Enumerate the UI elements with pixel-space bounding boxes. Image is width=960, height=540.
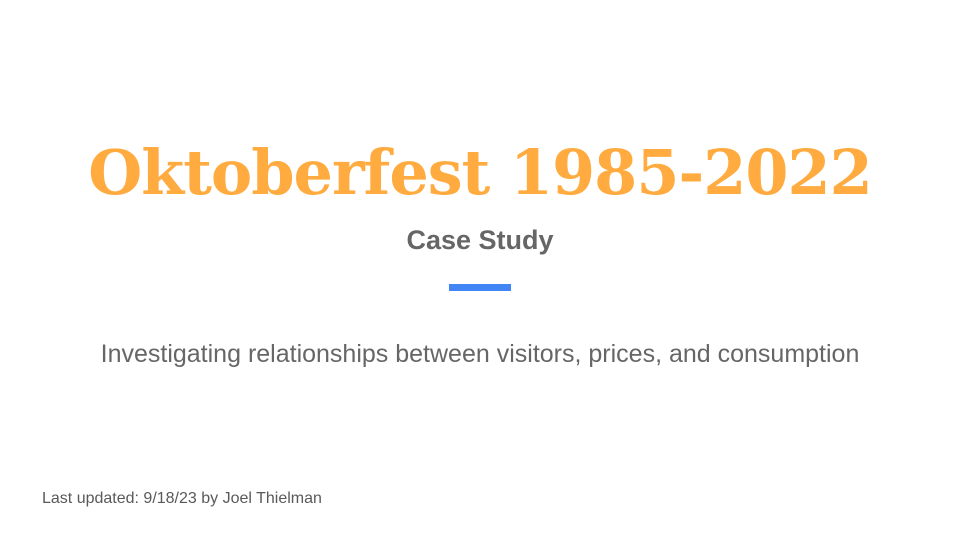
- title-slide: Oktoberfest 1985-2022 Case Study Investi…: [0, 0, 960, 540]
- slide-tagline: Investigating relationships between visi…: [100, 340, 860, 368]
- slide-title: Oktoberfest 1985-2022: [88, 136, 873, 209]
- slide-subtitle: Case Study: [406, 225, 554, 255]
- last-updated-footer: Last updated: 9/18/23 by Joel Thielman: [42, 490, 322, 507]
- accent-divider: [449, 284, 511, 291]
